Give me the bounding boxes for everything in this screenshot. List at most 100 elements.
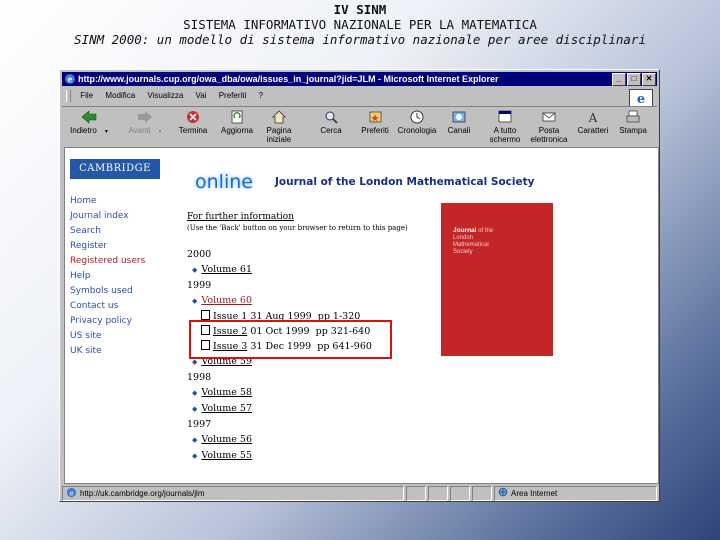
channels-button[interactable]: Canali bbox=[436, 109, 482, 135]
minimize-button[interactable]: _ bbox=[612, 73, 626, 86]
journal-cover-image: Journal of the London Mathematical Socie… bbox=[441, 203, 553, 356]
nav-symbols-used[interactable]: Symbols used bbox=[70, 284, 180, 299]
menu-bar: File Modifica Visualizza Vai Preferiti ? bbox=[62, 88, 657, 104]
stop-button[interactable]: Termina bbox=[170, 109, 216, 135]
search-button[interactable]: Cerca bbox=[308, 109, 354, 135]
further-info: For further information (Use the 'Back' … bbox=[187, 212, 408, 234]
favorites-label: Preferiti bbox=[361, 126, 389, 135]
status-cell bbox=[450, 486, 470, 501]
ie-throbber-icon: e bbox=[629, 89, 653, 107]
status-zone-label: Area Internet bbox=[511, 489, 558, 498]
status-zone: Area Internet bbox=[494, 486, 657, 501]
refresh-icon bbox=[231, 110, 243, 124]
slide-title: IV SINM bbox=[333, 2, 387, 17]
volume-link[interactable]: Volume 56 bbox=[201, 434, 252, 445]
browser-window: e http://www.journals.cup.org/owa_dba/ow… bbox=[59, 69, 660, 502]
nav-registered-users[interactable]: Registered users bbox=[70, 254, 180, 269]
stop-icon bbox=[187, 111, 199, 123]
fullscreen-icon bbox=[498, 110, 512, 123]
slide-tagline: SINM 2000: un modello di sistema informa… bbox=[74, 32, 646, 47]
bullet-icon: ◆ bbox=[192, 405, 198, 413]
refresh-label: Aggiorna bbox=[220, 126, 254, 135]
maximize-button[interactable]: □ bbox=[627, 73, 641, 86]
channels-label: Canali bbox=[447, 126, 471, 135]
home-icon bbox=[272, 110, 286, 124]
bullet-icon: ◆ bbox=[192, 452, 198, 460]
nav-us-site[interactable]: US site bbox=[70, 329, 180, 344]
mail-icon bbox=[542, 112, 556, 122]
print-button[interactable]: Stampa bbox=[610, 109, 656, 135]
year-heading: 1998 bbox=[187, 372, 212, 383]
status-url: http://uk.cambridge.org/journals/jlm bbox=[80, 489, 205, 498]
nav-home[interactable]: Home bbox=[70, 194, 180, 209]
cover-society: Society bbox=[453, 249, 473, 255]
nav-help[interactable]: Help bbox=[70, 269, 180, 284]
fonts-icon: A bbox=[588, 111, 598, 125]
year-heading: 1999 bbox=[187, 280, 212, 291]
bullet-icon: ◆ bbox=[192, 358, 198, 366]
volume-item: ◆ Volume 60 bbox=[187, 293, 372, 309]
menu-vai[interactable]: Vai bbox=[191, 88, 212, 104]
history-icon bbox=[410, 110, 424, 124]
svg-text:e: e bbox=[637, 92, 645, 106]
stop-label: Termina bbox=[178, 126, 208, 135]
nav-journal-index[interactable]: Journal index bbox=[70, 209, 180, 224]
history-button[interactable]: Cronologia bbox=[394, 109, 440, 135]
volume-link[interactable]: Volume 58 bbox=[201, 387, 252, 398]
svg-text:A: A bbox=[588, 111, 598, 125]
nav-contact-us[interactable]: Contact us bbox=[70, 299, 180, 314]
volume-item: ◆ Volume 57 bbox=[187, 401, 372, 417]
volume-item: ◆ Volume 56 bbox=[187, 432, 372, 448]
menu-modifica[interactable]: Modifica bbox=[100, 88, 140, 104]
cover-journal: Journal bbox=[453, 227, 477, 234]
volume-item: ◆ Volume 55 bbox=[187, 448, 372, 464]
journal-title: Journal of the London Mathematical Socie… bbox=[275, 176, 535, 188]
back-label: Indietro bbox=[70, 126, 97, 135]
highlight-box bbox=[189, 320, 392, 359]
bullet-icon: ◆ bbox=[192, 389, 198, 397]
menu-help[interactable]: ? bbox=[254, 88, 268, 104]
mail-button[interactable]: Posta elettronica bbox=[526, 109, 572, 144]
fullscreen-label: A tutto schermo bbox=[489, 126, 521, 144]
menu-file[interactable]: File bbox=[75, 88, 98, 104]
cambridge-logo[interactable]: CAMBRIDGE bbox=[70, 159, 160, 179]
status-cell bbox=[406, 486, 426, 501]
status-bar: e http://uk.cambridge.org/journals/jlm Ar… bbox=[62, 485, 657, 501]
slide-header: IV SINM SISTEMA INFORMATIVO NAZIONALE PE… bbox=[0, 2, 720, 47]
year-heading: 2000 bbox=[187, 249, 212, 260]
cover-mathematical: Mathematical bbox=[453, 242, 489, 248]
volume-link[interactable]: Volume 60 bbox=[201, 295, 252, 306]
further-info-link[interactable]: For further information bbox=[187, 212, 294, 222]
home-label: Pagina iniziale bbox=[266, 126, 292, 144]
nav-uk-site[interactable]: UK site bbox=[70, 344, 180, 359]
menu-visualizza[interactable]: Visualizza bbox=[142, 88, 188, 104]
svg-text:e: e bbox=[67, 74, 72, 84]
forward-label: Avanti bbox=[128, 126, 151, 135]
favorites-button[interactable]: Preferiti bbox=[352, 109, 398, 135]
ie-window-icon: e bbox=[65, 74, 75, 84]
back-arrow-icon bbox=[81, 110, 97, 124]
volume-link[interactable]: Volume 55 bbox=[201, 450, 252, 461]
title-bar: e http://www.journals.cup.org/owa_dba/ow… bbox=[62, 72, 657, 86]
menu-preferiti[interactable]: Preferiti bbox=[214, 88, 252, 104]
nav-register[interactable]: Register bbox=[70, 239, 180, 254]
print-label: Stampa bbox=[619, 126, 647, 135]
forward-arrow-icon bbox=[138, 111, 152, 123]
refresh-button[interactable]: Aggiorna bbox=[214, 109, 260, 135]
mail-label: Posta elettronica bbox=[530, 126, 568, 144]
online-logo: online bbox=[195, 171, 253, 193]
volume-link[interactable]: Volume 57 bbox=[201, 403, 252, 414]
status-url-area: e http://uk.cambridge.org/journals/jlm bbox=[62, 486, 404, 501]
favorites-icon bbox=[369, 111, 382, 123]
forward-button[interactable]: Avanti ▾ bbox=[122, 109, 168, 137]
left-nav: Home Journal index Search Register Regis… bbox=[70, 194, 180, 359]
nav-search[interactable]: Search bbox=[70, 224, 180, 239]
close-button[interactable]: ✕ bbox=[642, 73, 656, 86]
volume-item: ◆ Volume 58 bbox=[187, 385, 372, 401]
back-button[interactable]: Indietro ▾ bbox=[66, 109, 112, 137]
nav-privacy-policy[interactable]: Privacy policy bbox=[70, 314, 180, 329]
page-content: CAMBRIDGE Home Journal index Search Regi… bbox=[64, 147, 659, 484]
fullscreen-button[interactable]: A tutto schermo bbox=[482, 109, 528, 144]
volume-link[interactable]: Volume 61 bbox=[201, 264, 252, 275]
home-button[interactable]: Pagina iniziale bbox=[256, 109, 302, 144]
